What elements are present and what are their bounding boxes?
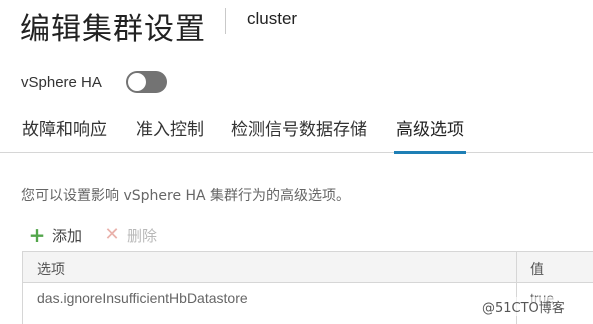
column-header-option[interactable]: 选项	[37, 259, 65, 279]
description-text: 您可以设置影响 vSphere HA 集群行为的高级选项。	[21, 188, 351, 204]
tab-admission-control[interactable]: 准入控制	[136, 117, 204, 153]
add-button[interactable]: + 添加	[28, 225, 82, 245]
close-icon: ✕	[104, 224, 120, 245]
delete-label: 删除	[127, 226, 158, 245]
cluster-name: cluster	[247, 9, 298, 28]
tab-advanced-options[interactable]: 高级选项	[394, 117, 466, 154]
column-header-value[interactable]: 值	[530, 259, 544, 279]
watermark: @51CTO博客	[482, 297, 565, 316]
toggle-knob	[128, 73, 146, 91]
add-label: 添加	[52, 226, 83, 245]
ha-toggle[interactable]	[126, 71, 167, 93]
tab-failures-responses[interactable]: 故障和响应	[22, 117, 107, 153]
delete-button[interactable]: ✕ 删除	[103, 225, 157, 245]
page-title: 编辑集群设置	[20, 12, 206, 47]
grid-header: 选项 值	[23, 252, 593, 283]
plus-icon: +	[28, 223, 46, 247]
ha-label: vSphere HA	[21, 74, 102, 91]
tab-heartbeat-datastores[interactable]: 检测信号数据存储	[231, 117, 367, 153]
tab-bar: 故障和响应 准入控制 检测信号数据存储 高级选项	[0, 117, 593, 154]
option-cell: das.ignoreInsufficientHbDatastore	[37, 290, 248, 306]
title-divider	[225, 8, 226, 34]
